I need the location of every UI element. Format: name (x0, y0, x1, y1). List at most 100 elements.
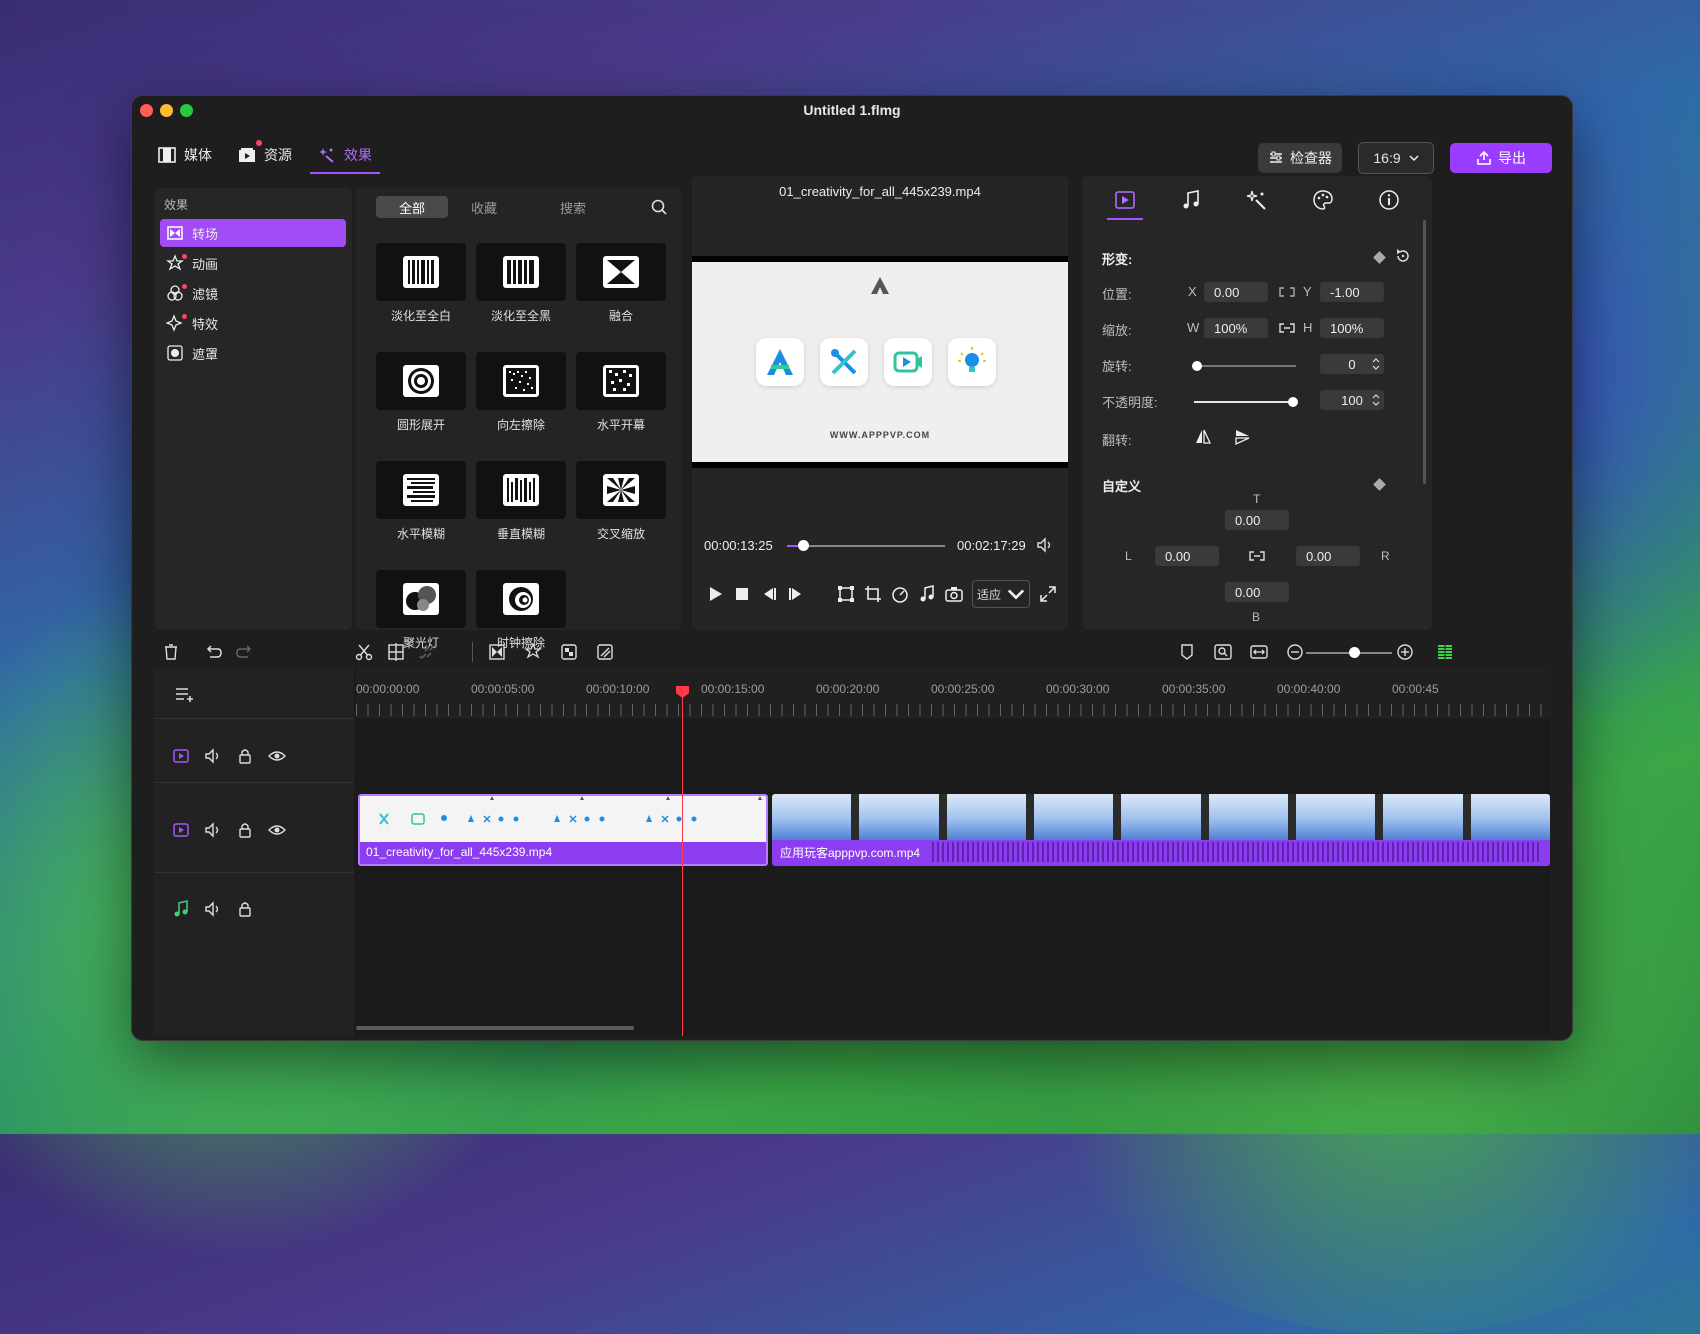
category-transition[interactable]: 转场 (160, 219, 346, 247)
category-animation[interactable]: 动画 (160, 249, 346, 277)
video-clip-2[interactable]: 应用玩客apppvp.com.mp4 (772, 794, 1550, 866)
music-note-icon[interactable] (918, 585, 936, 603)
transition-merge[interactable]: 融合 (576, 243, 666, 324)
opacity-slider-handle[interactable] (1288, 397, 1298, 407)
video-clip-1[interactable]: 01_creativity_for_all_445x239.mp4 (358, 794, 768, 866)
timeline-ruler[interactable]: 00:00:00:00 00:00:05:00 00:00:10:00 00:0… (356, 668, 1550, 718)
transition-vertical-blur[interactable]: 垂直模糊 (476, 461, 566, 542)
resize-frame-icon[interactable] (837, 585, 855, 603)
tab-all[interactable]: 全部 (376, 196, 448, 218)
volume-icon[interactable] (204, 747, 222, 765)
left-input[interactable]: 0.00 (1155, 546, 1219, 566)
scale-width-input[interactable]: 100% (1204, 318, 1268, 338)
flip-horizontal-icon[interactable] (1194, 428, 1212, 446)
volume-icon[interactable] (204, 900, 222, 918)
scissors-icon[interactable] (355, 643, 373, 661)
eye-icon[interactable] (268, 747, 286, 765)
transition-horizontal-blur[interactable]: 水平模糊 (376, 461, 466, 542)
tab-media[interactable]: 媒体 (150, 138, 220, 172)
export-button[interactable]: 导出 (1450, 143, 1552, 173)
transition-horizontal-open[interactable]: 水平开幕 (576, 352, 666, 433)
keyframe-diamond-icon[interactable] (1373, 478, 1386, 491)
playback-scrubber[interactable] (787, 545, 945, 547)
scrubber-handle[interactable] (797, 540, 809, 551)
tab-effects-properties[interactable] (1239, 182, 1275, 218)
trash-icon[interactable] (162, 643, 180, 661)
eye-icon[interactable] (268, 821, 286, 839)
redo-icon[interactable] (236, 643, 254, 661)
position-y-input[interactable]: -1.00 (1320, 282, 1384, 302)
right-input[interactable]: 0.00 (1296, 546, 1360, 566)
tab-info[interactable] (1371, 182, 1407, 218)
reset-icon[interactable] (1394, 247, 1412, 265)
playhead-line[interactable] (682, 690, 683, 1036)
search-icon[interactable] (650, 198, 668, 216)
keyframe-diamond-icon[interactable] (1373, 251, 1386, 264)
stepper-arrows-icon[interactable] (1372, 393, 1380, 407)
inspector-scrollbar[interactable] (1423, 220, 1426, 484)
tab-video-properties[interactable] (1107, 182, 1143, 220)
tab-effects[interactable]: 效果 (310, 138, 380, 174)
tab-favorites[interactable]: 收藏 (448, 196, 520, 218)
lock-icon[interactable] (236, 821, 254, 839)
lock-icon[interactable] (236, 900, 254, 918)
zoom-to-fit-icon[interactable] (1214, 643, 1232, 661)
top-input[interactable]: 0.00 (1225, 510, 1289, 530)
fullscreen-icon[interactable] (1039, 585, 1057, 603)
previous-frame-icon[interactable] (760, 585, 778, 603)
crop-slash-icon[interactable] (596, 643, 614, 661)
transition-cross-zoom[interactable]: 交叉缩放 (576, 461, 666, 542)
aspect-ratio-select[interactable]: 16:9 (1358, 142, 1434, 174)
link-broken-icon[interactable] (1278, 283, 1296, 301)
fit-width-icon[interactable] (1250, 643, 1268, 661)
zoom-slider-handle[interactable] (1349, 647, 1360, 658)
flip-vertical-icon[interactable] (1234, 428, 1252, 446)
tab-resources[interactable]: 资源 (230, 138, 300, 172)
tab-search[interactable]: 搜索 (520, 196, 630, 218)
zoom-out-icon[interactable] (1286, 643, 1304, 661)
bottom-input[interactable]: 0.00 (1225, 582, 1289, 602)
crop-icon[interactable] (864, 585, 882, 603)
rotation-slider[interactable] (1194, 365, 1296, 367)
transition-fade-black[interactable]: 淡化至全黑 (476, 243, 566, 324)
marker-icon[interactable] (1178, 643, 1196, 661)
stepper-arrows-icon[interactable] (1372, 357, 1380, 371)
transition-wipe-left[interactable]: 向左擦除 (476, 352, 566, 433)
tab-color-properties[interactable] (1305, 182, 1341, 218)
play-icon[interactable] (706, 585, 724, 603)
split-icon[interactable] (387, 643, 405, 661)
stop-icon[interactable] (733, 585, 751, 603)
undo-icon[interactable] (204, 643, 222, 661)
inspector-button[interactable]: 检查器 (1258, 143, 1342, 173)
link-icon[interactable] (1278, 319, 1296, 337)
camera-icon[interactable] (945, 585, 963, 603)
scale-height-input[interactable]: 100% (1320, 318, 1384, 338)
volume-icon[interactable] (1036, 536, 1054, 554)
link-icon[interactable] (1248, 547, 1266, 565)
transition-circle-expand[interactable]: 圆形展开 (376, 352, 466, 433)
add-track-icon[interactable] (174, 684, 194, 704)
preview-canvas[interactable]: WWW.APPPVP.COM (692, 256, 1068, 468)
transition-icon[interactable] (488, 643, 506, 661)
tab-audio-properties[interactable] (1173, 182, 1209, 218)
volume-icon[interactable] (204, 821, 222, 839)
speed-icon[interactable] (891, 585, 909, 603)
category-filter[interactable]: 滤镜 (160, 279, 346, 307)
rotation-stepper[interactable]: 0 (1320, 354, 1384, 374)
transition-fade-white[interactable]: 淡化至全白 (376, 243, 466, 324)
category-mask[interactable]: 遮罩 (160, 339, 346, 367)
opacity-stepper[interactable]: 100 (1320, 390, 1384, 410)
lock-icon[interactable] (236, 747, 254, 765)
fit-select[interactable]: 适应 (972, 580, 1030, 608)
opacity-slider[interactable] (1194, 401, 1296, 403)
position-x-input[interactable]: 0.00 (1204, 282, 1268, 302)
next-frame-icon[interactable] (787, 585, 805, 603)
animation-icon[interactable] (524, 643, 542, 661)
zoom-in-icon[interactable] (1396, 643, 1414, 661)
rotation-slider-handle[interactable] (1192, 361, 1202, 371)
category-special-effects[interactable]: 特效 (160, 309, 346, 337)
unlink-icon[interactable] (419, 643, 437, 661)
timeline-horizontal-scrollbar[interactable] (356, 1026, 634, 1030)
audio-meter-icon[interactable] (1436, 643, 1454, 661)
mosaic-icon[interactable] (560, 643, 578, 661)
